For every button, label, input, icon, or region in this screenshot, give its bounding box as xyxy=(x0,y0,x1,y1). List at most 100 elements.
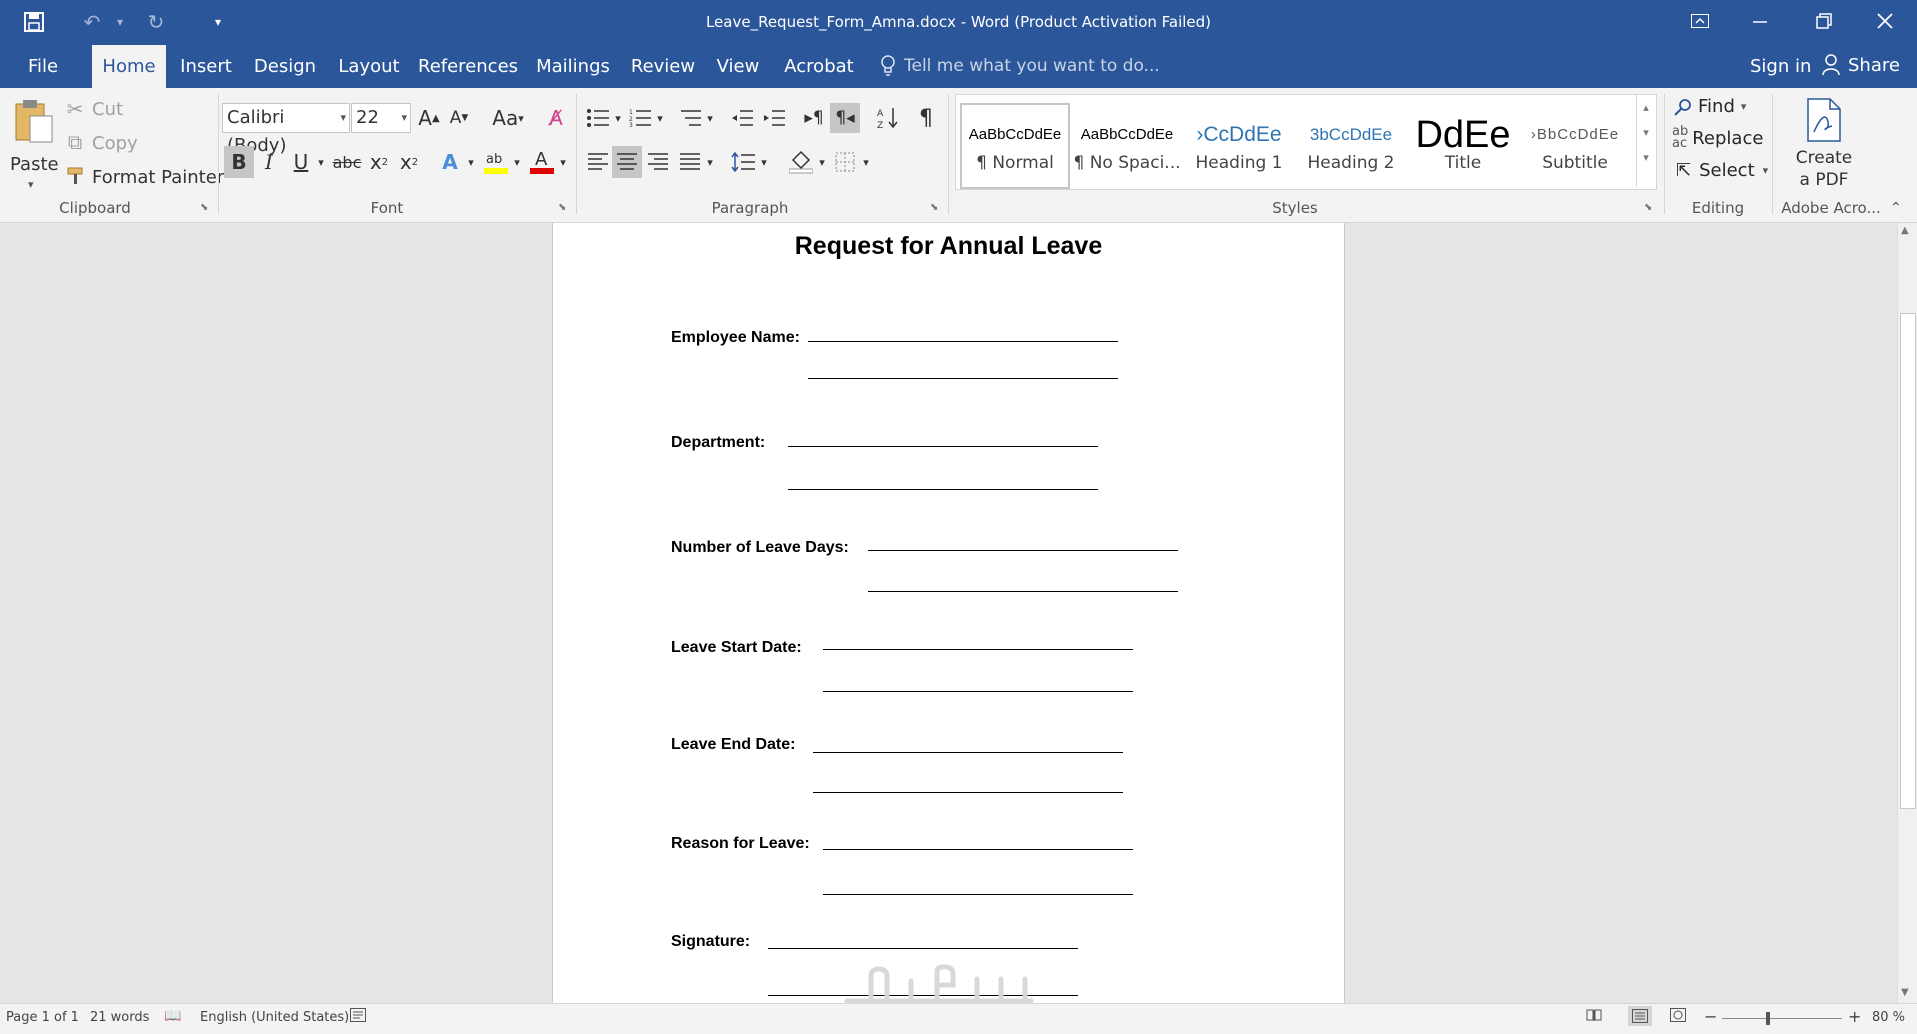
decrease-indent-icon[interactable] xyxy=(728,103,756,133)
scissors-icon[interactable]: ✂ xyxy=(64,97,86,121)
style-normal[interactable]: AaBbCcDdEe ¶ Normal xyxy=(960,103,1070,189)
font-size-combo[interactable]: 22 ▾ xyxy=(351,103,411,133)
sort-icon[interactable]: AZ xyxy=(874,103,902,133)
style-heading-1[interactable]: ›CcDdEe Heading 1 xyxy=(1184,103,1294,189)
language[interactable]: English (United States) xyxy=(200,1010,349,1025)
zoom-out-icon[interactable]: − xyxy=(1704,1007,1717,1026)
paste-button[interactable]: Paste ▾ xyxy=(6,92,60,200)
scroll-down-icon[interactable]: ▼ xyxy=(1901,987,1909,998)
shrink-font-icon[interactable]: A ▼ xyxy=(446,103,472,133)
style-heading-2[interactable]: 3bCcDdEe Heading 2 xyxy=(1296,103,1406,189)
text-effects-dropdown-icon[interactable]: ▾ xyxy=(464,146,478,178)
underline-dropdown-icon[interactable]: ▾ xyxy=(314,146,328,178)
bullets-icon[interactable] xyxy=(584,103,612,133)
rtl-icon[interactable]: ¶◂ xyxy=(830,103,860,133)
zoom-slider-track[interactable] xyxy=(1722,1018,1842,1019)
page-count[interactable]: Page 1 of 1 xyxy=(6,1010,79,1025)
borders-icon[interactable] xyxy=(830,146,860,178)
font-color-dropdown-icon[interactable]: ▾ xyxy=(556,146,570,178)
numbering-dropdown-icon[interactable]: ▾ xyxy=(654,103,666,133)
ltr-icon[interactable]: ▸¶ xyxy=(800,103,828,133)
bold-button[interactable]: B xyxy=(224,146,254,178)
show-formatting-marks-icon[interactable]: ¶ xyxy=(912,103,940,133)
replace-button[interactable]: ab ac Replace xyxy=(1672,125,1763,150)
font-color-icon[interactable]: A xyxy=(528,146,556,178)
highlight-dropdown-icon[interactable]: ▾ xyxy=(510,146,524,178)
ribbon-display-options-icon[interactable] xyxy=(1670,0,1730,42)
collapse-ribbon-icon[interactable]: ⌃ xyxy=(1890,200,1902,216)
justify-dropdown-icon[interactable]: ▾ xyxy=(704,146,716,178)
tab-mailings[interactable]: Mailings xyxy=(532,45,614,88)
line-spacing-dropdown-icon[interactable]: ▾ xyxy=(758,146,770,178)
text-effects-icon[interactable]: A xyxy=(436,146,464,178)
minimize-icon[interactable] xyxy=(1730,0,1790,42)
paragraph-launcher-icon[interactable]: ⬊ xyxy=(930,202,938,213)
scrollbar-thumb[interactable] xyxy=(1900,313,1916,809)
web-layout-icon[interactable] xyxy=(1670,1008,1686,1026)
tab-file[interactable]: File xyxy=(14,45,72,88)
tab-layout[interactable]: Layout xyxy=(334,45,404,88)
style-no-spacing[interactable]: AaBbCcDdEe ¶ No Spaci... xyxy=(1072,103,1182,189)
font-family-combo[interactable]: Calibri (Body) ▾ xyxy=(222,103,350,156)
multilevel-list-icon[interactable] xyxy=(676,103,704,133)
tab-references[interactable]: References xyxy=(418,45,518,88)
zoom-level[interactable]: 80 % xyxy=(1872,1010,1905,1025)
change-case-icon[interactable]: Aa ▾ xyxy=(486,103,530,133)
tab-insert[interactable]: Insert xyxy=(176,45,236,88)
tab-design[interactable]: Design xyxy=(250,45,320,88)
borders-dropdown-icon[interactable]: ▾ xyxy=(860,146,872,178)
grow-font-icon[interactable]: A ▲ xyxy=(416,103,442,133)
shading-icon[interactable] xyxy=(786,146,816,178)
styles-more-icon[interactable]: ▾ xyxy=(1637,151,1655,164)
justify-icon[interactable] xyxy=(676,146,704,178)
word-count[interactable]: 21 words xyxy=(90,1010,149,1025)
align-left-icon[interactable] xyxy=(584,146,612,178)
copy-icon[interactable]: ⧉ xyxy=(64,130,86,154)
line-spacing-icon[interactable] xyxy=(728,146,758,178)
shading-dropdown-icon[interactable]: ▾ xyxy=(816,146,828,178)
sign-in-link[interactable]: Sign in xyxy=(1750,56,1811,77)
scroll-up-icon[interactable]: ▴ xyxy=(1637,101,1655,114)
style-subtitle[interactable]: ›BbCcDdEe Subtitle xyxy=(1520,103,1630,189)
increase-indent-icon[interactable] xyxy=(760,103,788,133)
format-painter-button[interactable]: Format Painter xyxy=(92,167,224,188)
format-painter-icon[interactable] xyxy=(64,165,86,187)
italic-button[interactable]: I xyxy=(256,146,282,178)
strikethrough-button[interactable]: abc xyxy=(332,146,362,178)
document-page[interactable]: Request for Annual Leave Employee Name: … xyxy=(552,223,1345,1003)
copy-button[interactable]: Copy xyxy=(92,133,138,154)
highlight-icon[interactable]: ab xyxy=(482,146,510,178)
scroll-up-icon[interactable]: ▲ xyxy=(1901,225,1909,236)
align-center-icon[interactable] xyxy=(612,146,642,178)
tell-me-search[interactable]: Tell me what you want to do... xyxy=(904,56,1160,76)
scroll-down-icon[interactable]: ▾ xyxy=(1637,126,1655,139)
numbering-icon[interactable]: 123 xyxy=(626,103,654,133)
create-pdf-button[interactable]: Create a PDF xyxy=(1780,94,1868,194)
subscript-button[interactable]: x2 xyxy=(366,146,392,178)
read-mode-icon[interactable] xyxy=(1586,1008,1602,1026)
vertical-scrollbar[interactable]: ▲ ▼ xyxy=(1897,223,1917,1003)
style-title[interactable]: DdEe Title xyxy=(1408,103,1518,189)
close-icon[interactable] xyxy=(1855,0,1915,42)
macro-icon[interactable] xyxy=(350,1008,366,1026)
tab-review[interactable]: Review xyxy=(628,45,698,88)
font-launcher-icon[interactable]: ⬊ xyxy=(558,202,566,213)
align-right-icon[interactable] xyxy=(644,146,672,178)
styles-scroll[interactable]: ▴ ▾ ▾ xyxy=(1636,95,1655,187)
restore-icon[interactable] xyxy=(1794,0,1854,42)
share-button[interactable]: Share xyxy=(1822,54,1900,76)
clipboard-launcher-icon[interactable]: ⬊ xyxy=(200,202,208,213)
bullets-dropdown-icon[interactable]: ▾ xyxy=(612,103,624,133)
tab-view[interactable]: View xyxy=(712,45,764,88)
print-layout-icon[interactable] xyxy=(1628,1006,1652,1026)
multilevel-dropdown-icon[interactable]: ▾ xyxy=(704,103,716,133)
paste-dropdown-icon[interactable]: ▾ xyxy=(28,178,34,191)
find-button[interactable]: Find ▾ xyxy=(1674,96,1746,117)
zoom-in-icon[interactable]: + xyxy=(1848,1007,1861,1026)
proofing-icon[interactable]: 📖 xyxy=(164,1008,181,1024)
underline-button[interactable]: U xyxy=(288,146,314,178)
select-button[interactable]: ⇱ Select ▾ xyxy=(1676,160,1768,181)
styles-launcher-icon[interactable]: ⬊ xyxy=(1644,202,1652,213)
cut-button[interactable]: Cut xyxy=(92,99,123,120)
tab-acrobat[interactable]: Acrobat xyxy=(778,45,860,88)
